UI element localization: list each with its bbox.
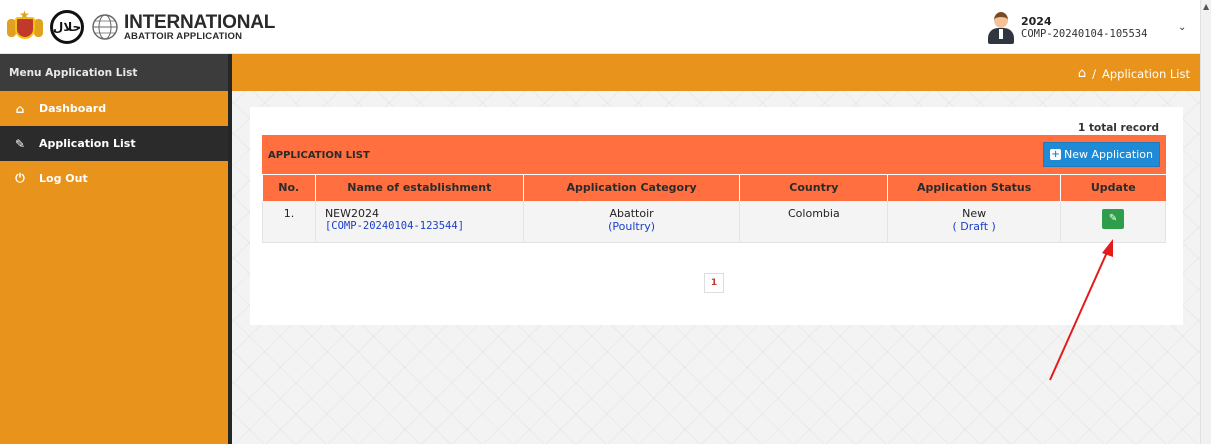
annotation-arrow (1049, 239, 1113, 381)
